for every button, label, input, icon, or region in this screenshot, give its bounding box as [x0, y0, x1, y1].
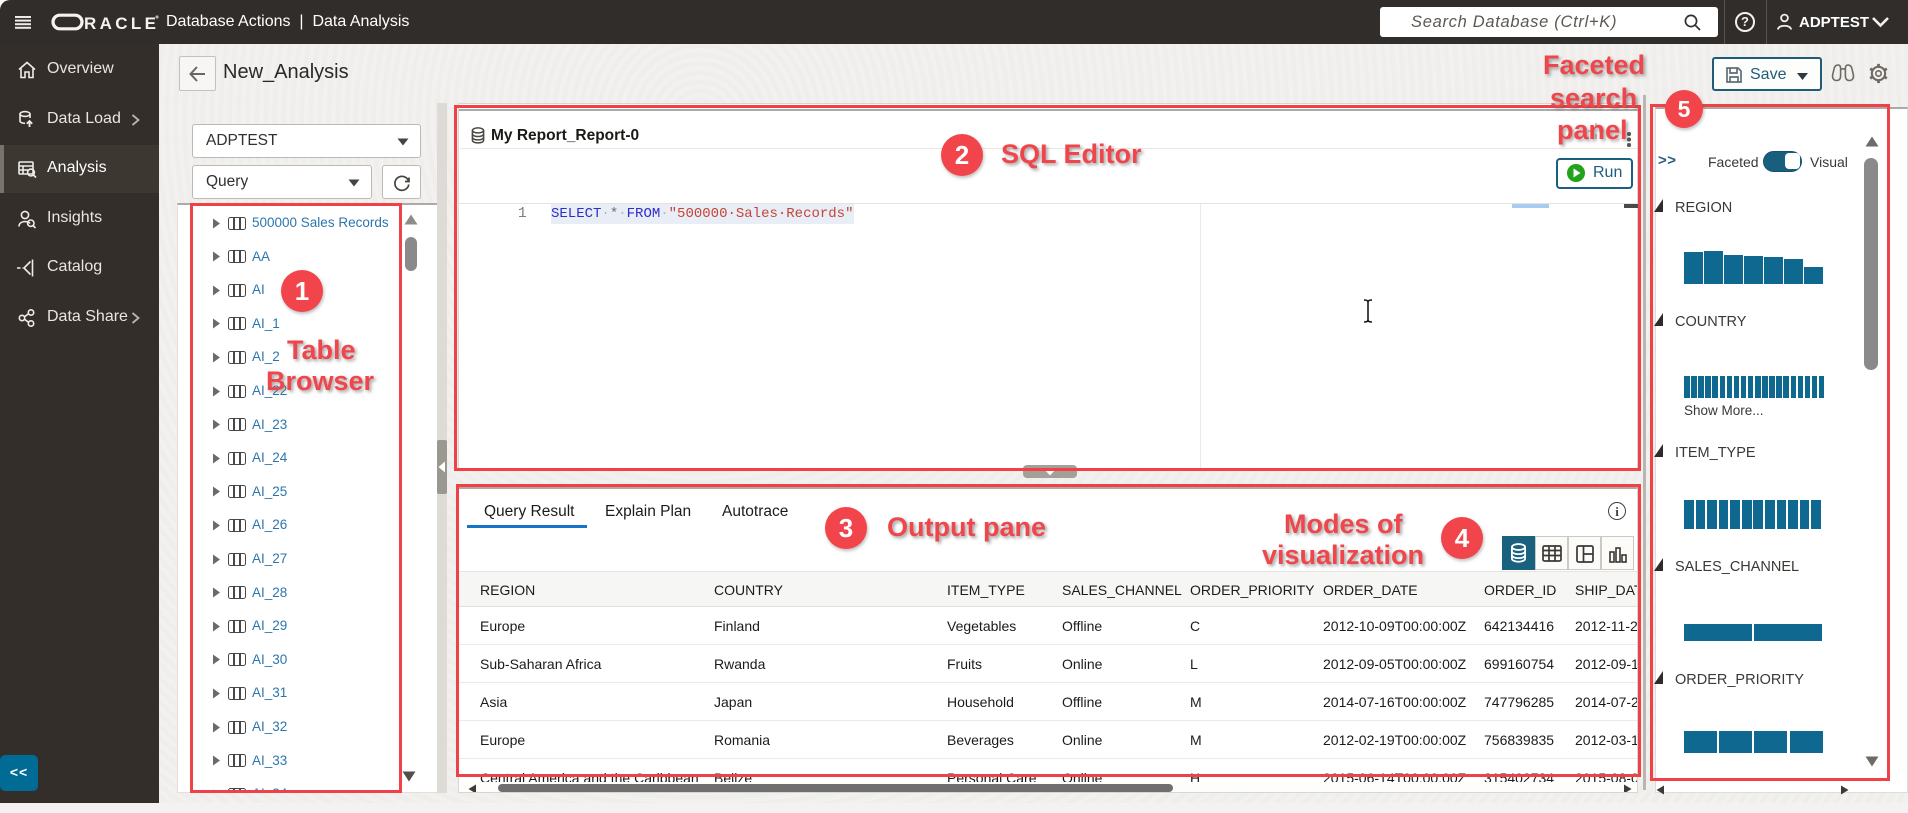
svg-text:RACLE: RACLE — [84, 14, 156, 31]
